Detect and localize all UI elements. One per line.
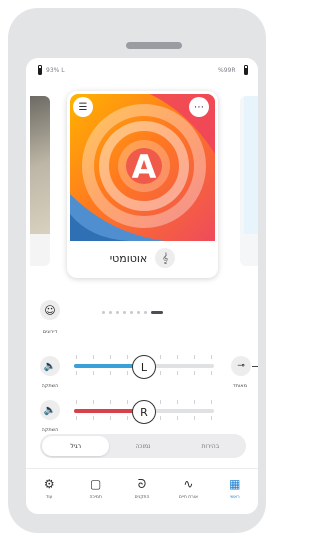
volume-slider-right[interactable]: R bbox=[74, 400, 214, 424]
pagination-dot bbox=[130, 311, 133, 314]
nav-item-devices[interactable]: ᘐ התקנים bbox=[119, 469, 165, 514]
mute-left-button[interactable]: 🔈 bbox=[40, 356, 60, 376]
program-letter: A bbox=[132, 148, 157, 186]
mute-left-label: השתקה bbox=[41, 383, 59, 389]
pagination-dot bbox=[109, 311, 112, 314]
smile-icon: ☺ bbox=[44, 303, 56, 317]
gear-icon: ⚙ bbox=[43, 477, 55, 491]
status-bar: 93% L %99R bbox=[26, 64, 258, 78]
ratings-button[interactable]: ☺ bbox=[40, 300, 60, 320]
nav-label: ראשי bbox=[229, 495, 240, 500]
sliders-icon: ☰ bbox=[78, 101, 88, 113]
next-program-image bbox=[244, 96, 258, 234]
link-connector-line bbox=[252, 366, 258, 367]
nav-item-support[interactable]: ▢ תמיכה bbox=[72, 469, 118, 514]
battery-left-icon bbox=[38, 65, 42, 75]
program-name: אוטומטי bbox=[109, 251, 148, 265]
speaker-icon: 🔈 bbox=[43, 360, 57, 372]
nav-label: אורח חיים bbox=[178, 495, 198, 500]
speaker-icon: 🔈 bbox=[43, 404, 57, 416]
mode-option-normal[interactable]: רגיל bbox=[42, 436, 110, 456]
ear-sound-icon: 𝄞 bbox=[155, 248, 176, 268]
app-screen: 93% L %99R A ☰ ⋯ אוטומטי 𝄞 ☺ דירוגים 🔈 ה… bbox=[26, 58, 258, 514]
battery-left-text: 93% L bbox=[46, 67, 65, 74]
program-card[interactable]: A ☰ ⋯ אוטומטי 𝄞 bbox=[67, 91, 218, 278]
slider-thumb-left[interactable]: L bbox=[132, 355, 156, 379]
pagination-dot bbox=[123, 311, 126, 314]
pagination-dot bbox=[116, 311, 119, 314]
battery-right-text: %99R bbox=[218, 67, 236, 74]
carousel-pagination bbox=[102, 311, 163, 314]
phone-notch bbox=[126, 42, 182, 49]
activity-icon: ∿ bbox=[183, 477, 194, 491]
nav-item-more[interactable]: ⚙ עוד bbox=[26, 469, 72, 514]
unified-volume-button[interactable]: ⊸ bbox=[231, 356, 251, 376]
nav-label: עוד bbox=[45, 495, 53, 500]
program-name-row: אוטומטי 𝄞 bbox=[67, 246, 218, 270]
nav-item-lifestyle[interactable]: ∿ אורח חיים bbox=[165, 469, 211, 514]
program-artwork: A bbox=[70, 94, 215, 241]
battery-right-icon bbox=[244, 65, 248, 75]
ellipsis-icon: ⋯ bbox=[194, 101, 204, 113]
program-more-button[interactable]: ⋯ bbox=[189, 97, 209, 117]
pagination-dot bbox=[144, 311, 147, 314]
hearing-aid-icon: ᘐ bbox=[137, 477, 147, 491]
pagination-dot-active bbox=[151, 311, 163, 314]
ratings-label: דירוגים bbox=[42, 329, 58, 335]
link-icon: ⊸ bbox=[237, 361, 245, 371]
mute-right-button[interactable]: 🔈 bbox=[40, 400, 60, 420]
nav-label: תמיכה bbox=[89, 495, 102, 500]
bottom-navigation: ⚙ עוד ▢ תמיכה ᘐ התקנים ∿ אורח חיים ▦ ראש… bbox=[26, 468, 258, 514]
pagination-dot bbox=[102, 311, 105, 314]
unified-volume-label: מאוחד bbox=[232, 383, 248, 389]
sound-mode-selector: רגיל נמוכה בהירות bbox=[40, 434, 246, 458]
mode-option-low[interactable]: נמוכה bbox=[109, 436, 176, 456]
chat-icon: ▢ bbox=[89, 477, 102, 491]
pagination-dot bbox=[137, 311, 140, 314]
previous-program-card[interactable] bbox=[30, 96, 50, 266]
program-settings-button[interactable]: ☰ bbox=[73, 97, 93, 117]
slider-thumb-right[interactable]: R bbox=[132, 400, 156, 424]
grid-icon: ▦ bbox=[229, 477, 241, 491]
nav-label: התקנים bbox=[134, 495, 150, 500]
mode-option-clarity[interactable]: בהירות bbox=[177, 436, 244, 456]
next-program-card[interactable] bbox=[240, 96, 258, 266]
nav-item-home[interactable]: ▦ ראשי bbox=[212, 469, 258, 514]
previous-program-image bbox=[30, 96, 50, 234]
volume-slider-left[interactable]: L bbox=[74, 355, 214, 379]
mute-right-label: השתקה bbox=[41, 427, 59, 433]
